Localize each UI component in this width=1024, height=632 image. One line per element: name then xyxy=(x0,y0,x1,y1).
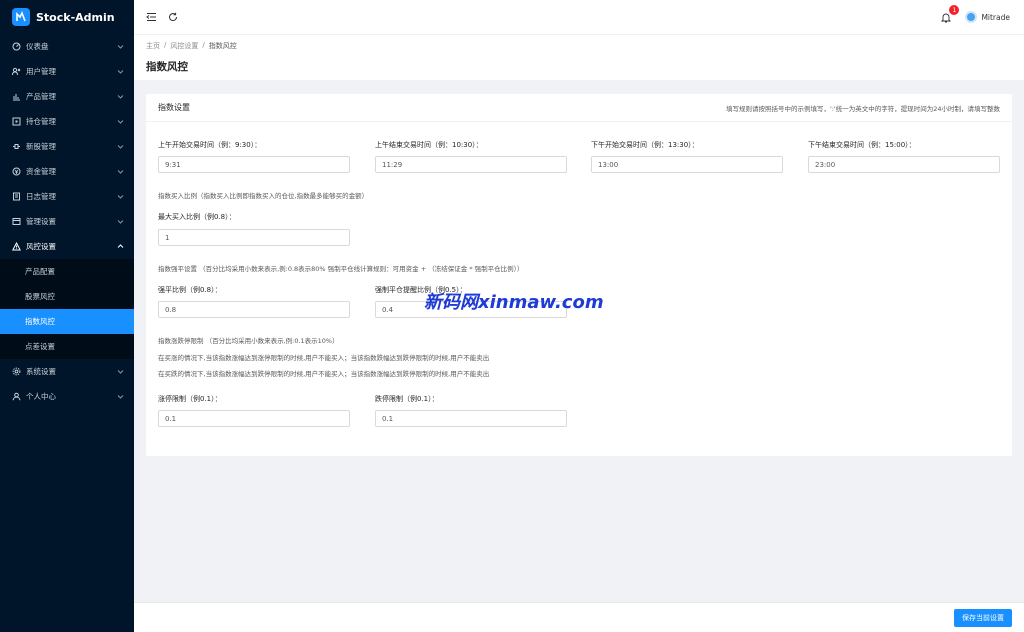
brand-logo xyxy=(12,8,30,26)
force-setting-note: 指数强平设置 （百分比均采用小数来表示,例:0.8表示80% 强制平仓线计算规则… xyxy=(158,265,524,273)
sidebar-item-label: 风控设置 xyxy=(26,242,56,251)
sidebar-item-label: 新股管理 xyxy=(26,142,56,151)
sidebar-item-label: 资金管理 xyxy=(26,167,56,176)
sidebar-item-label: 用户管理 xyxy=(26,67,56,76)
warning-icon xyxy=(12,242,21,251)
breadcrumb-separator: / xyxy=(202,41,205,49)
log-icon xyxy=(12,192,21,201)
page-title: 指数风控 xyxy=(146,61,188,73)
card-hint: 填写规则请按照括号中的示例填写，':'统一为英文中的字符，提现时间为24小时制，… xyxy=(725,104,1000,113)
risk-control-submenu: 产品配置 股票风控 指数风控 点差设置 xyxy=(0,259,134,359)
card-title: 指数设置 xyxy=(158,103,190,112)
sidebar-item-positions[interactable]: 持仓管理 xyxy=(0,109,134,134)
pm-start-label: 下午开始交易时间（例：13:30）： xyxy=(591,141,699,149)
limit-up-label: 涨停限制（例0.1）： xyxy=(158,395,222,403)
chevron-down-icon xyxy=(116,218,124,226)
sidebar-item-label: 管理设置 xyxy=(26,217,56,226)
am-start-label: 上午开始交易时间（例：9:30）： xyxy=(158,141,262,149)
sidebar-item-system-settings[interactable]: 系统设置 xyxy=(0,359,134,384)
chevron-down-icon xyxy=(116,168,124,176)
chevron-down-icon xyxy=(116,193,124,201)
index-settings-card: 指数设置 填写规则请按照括号中的示例填写，':'统一为英文中的字符，提现时间为2… xyxy=(146,94,1012,456)
sidebar-item-logs[interactable]: 日志管理 xyxy=(0,184,134,209)
notification-badge: 1 xyxy=(949,5,960,15)
sidebar-item-admin-settings[interactable]: 管理设置 xyxy=(0,209,134,234)
breadcrumb-separator: / xyxy=(164,41,167,49)
sidebar-item-label: 个人中心 xyxy=(26,392,56,401)
am-end-label: 上午结束交易时间（例：10:30）： xyxy=(375,141,483,149)
sidebar: Stock-Admin 仪表盘 用户管理 产品管理 持仓管理 新股管理 资金管理… xyxy=(0,0,134,632)
rule-buy-note: 在买涨的情况下,当该指数涨幅达到涨停限制的时候,用户不能买入；当该指数跌幅达到跌… xyxy=(158,354,490,362)
chevron-down-icon xyxy=(116,368,124,376)
max-buy-label: 最大买入比例（例0.8）： xyxy=(158,213,236,221)
brand-name: Stock-Admin xyxy=(36,10,115,24)
breadcrumb: 主页 / 风控设置 / 指数风控 xyxy=(146,41,1012,51)
force-close-label: 强平比例（例0.8）： xyxy=(158,286,222,294)
username[interactable]: Mitrade xyxy=(981,13,1010,22)
sidebar-item-label: 持仓管理 xyxy=(26,117,56,126)
limit-down-label: 跌停限制（例0.1）： xyxy=(375,395,439,403)
sidebar-subitem-spread-settings[interactable]: 点差设置 xyxy=(0,334,134,359)
save-settings-button[interactable]: 保存当前设置 xyxy=(954,608,1012,627)
footer-bar: 保存当前设置 xyxy=(134,602,1024,632)
sidebar-item-profile[interactable]: 个人中心 xyxy=(0,384,134,409)
refresh-icon[interactable] xyxy=(166,10,180,24)
new-stock-icon xyxy=(12,142,21,151)
breadcrumb-home[interactable]: 主页 xyxy=(146,41,160,51)
max-buy-input[interactable]: 1 xyxy=(158,229,350,246)
sidebar-subitem-index-risk[interactable]: 指数风控 xyxy=(0,309,134,334)
users-icon xyxy=(12,67,21,76)
chevron-up-icon xyxy=(116,243,124,251)
breadcrumb-current: 指数风控 xyxy=(208,42,237,50)
chevron-down-icon xyxy=(116,393,124,401)
sidebar-menu: 仪表盘 用户管理 产品管理 持仓管理 新股管理 资金管理 日志管理 管理设置 风… xyxy=(0,34,134,409)
page-header: 主页 / 风控设置 / 指数风控 指数风控 xyxy=(134,34,1024,80)
rule-sell-note: 在买跌的情况下,当该指数涨幅达到跌停限制的时候,用户不能买入；当该指数涨幅达到跌… xyxy=(158,370,490,378)
dashboard-icon xyxy=(12,42,21,51)
sidebar-item-new-stocks[interactable]: 新股管理 xyxy=(0,134,134,159)
watermark: 新码网xinmaw.com xyxy=(424,292,604,313)
limit-down-input[interactable]: 0.1 xyxy=(375,410,567,427)
sidebar-item-funds[interactable]: 资金管理 xyxy=(0,159,134,184)
force-close-input[interactable]: 0.8 xyxy=(158,301,350,318)
sidebar-item-label: 产品管理 xyxy=(26,92,56,101)
sidebar-item-label: 仪表盘 xyxy=(26,42,49,51)
chart-bar-icon xyxy=(12,92,21,101)
chevron-down-icon xyxy=(116,143,124,151)
sidebar-item-users[interactable]: 用户管理 xyxy=(0,59,134,84)
notification-bell[interactable]: 1 xyxy=(939,5,960,24)
pm-end-input[interactable]: 23:00 xyxy=(808,156,1000,173)
am-end-input[interactable]: 11:29 xyxy=(375,156,567,173)
sidebar-subitem-product-config[interactable]: 产品配置 xyxy=(0,259,134,284)
limit-setting-note: 指数涨跌停限制 （百分比均采用小数来表示,例:0.1表示10%） xyxy=(158,337,339,345)
sidebar-subitem-stock-risk[interactable]: 股票风控 xyxy=(0,284,134,309)
pm-start-input[interactable]: 13:00 xyxy=(591,156,783,173)
brand[interactable]: Stock-Admin xyxy=(0,0,134,34)
chevron-down-icon xyxy=(116,118,124,126)
sidebar-item-risk-control[interactable]: 风控设置 xyxy=(0,234,134,259)
avatar[interactable] xyxy=(965,11,978,23)
chevron-down-icon xyxy=(116,93,124,101)
chevron-down-icon xyxy=(116,68,124,76)
gear-icon xyxy=(12,367,21,376)
pm-end-label: 下午结束交易时间（例：15:00）： xyxy=(808,141,916,149)
chevron-down-icon xyxy=(116,43,124,51)
money-icon xyxy=(12,167,21,176)
top-header: 1 Mitrade xyxy=(134,0,1024,34)
menu-fold-icon[interactable] xyxy=(144,10,158,24)
settings-icon xyxy=(12,217,21,226)
sidebar-item-dashboard[interactable]: 仪表盘 xyxy=(0,34,134,59)
sidebar-item-label: 系统设置 xyxy=(26,367,56,376)
card-header: 指数设置 填写规则请按照括号中的示例填写，':'统一为英文中的字符，提现时间为2… xyxy=(146,94,1012,122)
user-icon xyxy=(12,392,21,401)
sidebar-item-products[interactable]: 产品管理 xyxy=(0,84,134,109)
am-start-input[interactable]: 9:31 xyxy=(158,156,350,173)
breadcrumb-parent[interactable]: 风控设置 xyxy=(170,41,198,51)
buy-ratio-note: 指数买入比例（指数买入比例即指数买入的仓位,指数最多能够买的金额） xyxy=(158,192,369,200)
limit-up-input[interactable]: 0.1 xyxy=(158,410,350,427)
position-icon xyxy=(12,117,21,126)
sidebar-item-label: 日志管理 xyxy=(26,192,56,201)
